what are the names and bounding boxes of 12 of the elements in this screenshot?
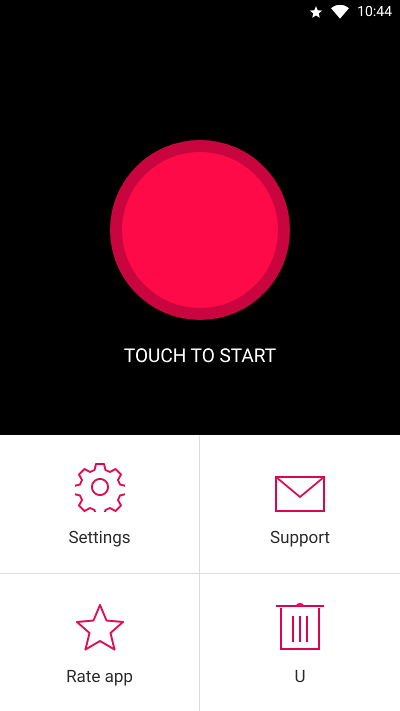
trash-icon bbox=[275, 600, 325, 650]
menu-tile[interactable]: U bbox=[200, 574, 400, 711]
menu-tile[interactable]: Support bbox=[200, 435, 400, 574]
star-icon bbox=[309, 5, 324, 19]
wifi-icon bbox=[331, 5, 350, 19]
start-label: TOUCH TO START bbox=[124, 343, 276, 369]
menu-tile[interactable]: Rate app bbox=[0, 574, 200, 711]
menu-tile[interactable]: Settings bbox=[0, 435, 200, 574]
star-icon bbox=[74, 602, 124, 650]
status-time: 10:44 bbox=[357, 2, 392, 22]
settings-icon bbox=[74, 462, 124, 512]
envelope-icon bbox=[275, 476, 325, 512]
